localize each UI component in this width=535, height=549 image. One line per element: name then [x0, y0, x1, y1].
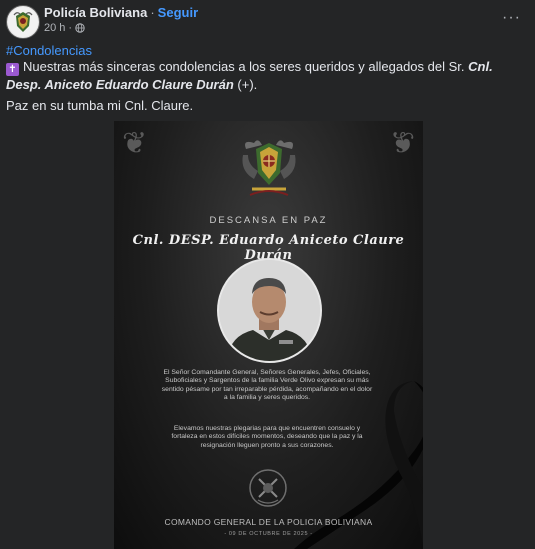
message-suffix: (+). — [233, 77, 258, 92]
rip-heading: DESCANSA EN PAZ — [209, 215, 328, 226]
condolence-image[interactable]: ❦ ❦ DESCANSA EN PAZ Cnl. DESP. Eduardo A… — [114, 121, 423, 549]
command-name: COMANDO GENERAL DE LA POLICIA BOLIVIANA — [164, 517, 373, 527]
floral-ornament-icon: ❦ — [122, 127, 148, 160]
more-options-icon[interactable]: ··· — [502, 9, 521, 27]
header-separator: · — [150, 5, 155, 20]
latin-cross-icon: ✝ — [6, 63, 19, 76]
meta-separator: · — [68, 22, 73, 34]
floral-ornament-icon: ❦ — [389, 127, 415, 160]
memorial-date: - 09 DE OCTUBRE DE 2025 - — [224, 531, 313, 537]
deceased-portrait — [217, 258, 322, 363]
post-timestamp[interactable]: 20 h — [44, 22, 65, 34]
follow-button[interactable]: Seguir — [158, 5, 198, 20]
hashtag-condolencias[interactable]: #Condolencias — [6, 42, 527, 59]
page-name[interactable]: Policía Boliviana — [44, 5, 147, 20]
globe-icon — [75, 23, 85, 33]
post-meta: 20 h · — [44, 22, 85, 34]
post-closing-line: Paz en su tumba mi Cnl. Claure. — [6, 98, 194, 113]
portrait-image — [219, 260, 320, 361]
post-message: ✝ Nuestras más sinceras condolencias a lo… — [6, 58, 527, 93]
page-avatar[interactable] — [6, 5, 40, 39]
police-badge-icon — [249, 469, 287, 507]
police-crest-logo — [8, 7, 38, 37]
post-header: Policía Boliviana · Seguir — [44, 5, 198, 20]
facebook-post: Policía Boliviana · Seguir 20 h · ··· #Con… — [0, 0, 535, 549]
police-crest-icon — [242, 140, 296, 196]
message-prefix: Nuestras más sinceras condolencias a los… — [23, 59, 469, 74]
